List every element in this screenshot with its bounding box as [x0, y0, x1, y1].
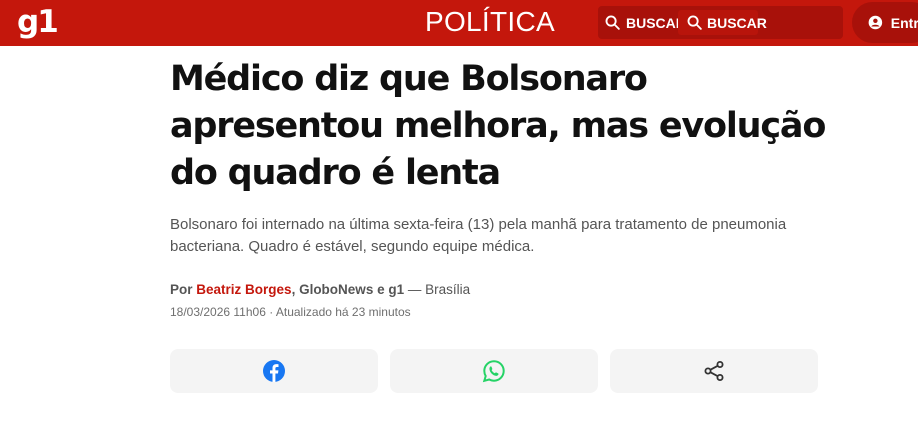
- article-subtitle: Bolsonaro foi internado na última sexta-…: [170, 216, 787, 255]
- login-label: Entrar: [890, 14, 918, 31]
- whatsapp-icon: [482, 360, 505, 383]
- share-whatsapp-button[interactable]: [390, 349, 598, 393]
- user-icon: [868, 15, 883, 30]
- byline-location: — Brasília: [404, 282, 471, 297]
- share-button[interactable]: [610, 349, 818, 393]
- top-bar: g1 POLÍTICA BUSCAR Entrar: [0, 0, 918, 46]
- search-icon: [605, 15, 620, 30]
- article-headline: Médico diz que Bolsonaro apresentou melh…: [170, 59, 826, 193]
- search-input[interactable]: [680, 6, 843, 39]
- search-button-label: BUSCAR: [626, 14, 686, 31]
- section-title[interactable]: POLÍTICA: [425, 4, 555, 40]
- share-icon: [704, 361, 724, 381]
- g1-logo[interactable]: g1: [17, 2, 59, 42]
- facebook-icon: [263, 360, 285, 382]
- byline-prefix: Por: [170, 282, 193, 297]
- author-link[interactable]: Beatriz Borges: [196, 282, 291, 297]
- search-bar: BUSCAR: [598, 6, 843, 39]
- login-button[interactable]: Entrar: [852, 2, 918, 43]
- byline-sources: , GloboNews e g1: [291, 282, 405, 297]
- share-facebook-button[interactable]: [170, 349, 378, 393]
- publish-date: 18/03/2026 11h06 · Atualizado há 23 minu…: [170, 305, 411, 319]
- byline: Por Beatriz Borges, GloboNews e g1 — Bra…: [170, 282, 470, 297]
- search-button[interactable]: BUSCAR: [604, 6, 686, 39]
